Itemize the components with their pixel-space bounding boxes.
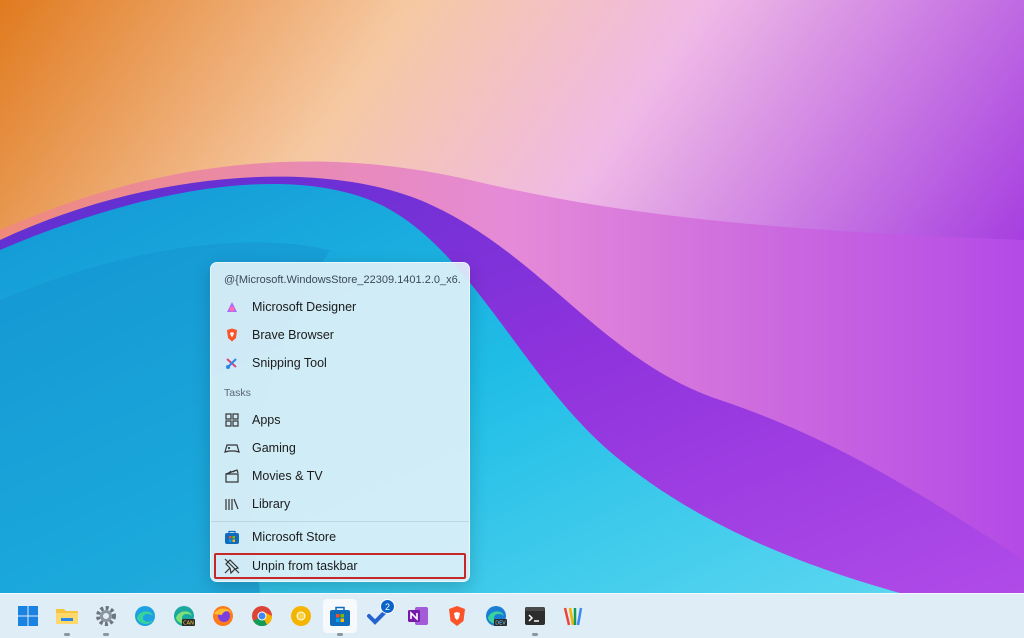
taskbar-chrome-canary[interactable] xyxy=(284,599,318,633)
clapperboard-icon xyxy=(224,468,240,484)
brave-icon xyxy=(224,327,240,343)
edge-dev-badge-label: DEV xyxy=(495,621,506,627)
notification-badge: 2 xyxy=(380,599,395,614)
brave-icon xyxy=(449,606,465,626)
jump-list-task-library[interactable]: Library xyxy=(214,491,466,517)
jump-list-item-label: Movies & TV xyxy=(252,469,323,483)
jump-list-task-movies-tv[interactable]: Movies & TV xyxy=(214,463,466,489)
onenote-icon xyxy=(408,607,428,625)
jump-list-item-label: Microsoft Designer xyxy=(252,300,357,314)
terminal-icon xyxy=(525,607,545,625)
windows-logo-icon xyxy=(18,606,38,626)
jump-list-item-microsoft-designer[interactable]: Microsoft Designer xyxy=(214,294,466,320)
jump-list-task-apps[interactable]: Apps xyxy=(214,407,466,433)
snipping-tool-icon xyxy=(224,355,240,371)
gamepad-icon xyxy=(224,440,240,456)
taskbar-terminal[interactable] xyxy=(518,599,552,636)
taskbar: CAN 2 DEV xyxy=(0,593,1024,638)
taskbar-microsoft-store[interactable] xyxy=(323,599,357,636)
jump-list-header: @{Microsoft.WindowsStore_22309.1401.2.0_… xyxy=(224,274,460,286)
designer-icon xyxy=(224,299,240,315)
colorful-app-icon xyxy=(563,607,583,626)
taskbar-edge[interactable] xyxy=(128,599,162,633)
jump-list-item-label: Brave Browser xyxy=(252,328,334,342)
start-button[interactable] xyxy=(11,599,45,633)
chrome-icon xyxy=(252,606,273,627)
edge-dev-icon: DEV xyxy=(486,606,507,627)
jump-list-item-label: Library xyxy=(252,497,291,511)
jump-list-item-label: Snipping Tool xyxy=(252,356,327,370)
firefox-icon xyxy=(213,606,233,626)
unpin-from-taskbar-item[interactable]: Unpin from taskbar xyxy=(214,553,466,579)
edge-canary-badge-label: CAN xyxy=(183,621,194,627)
jump-list-item-label: Apps xyxy=(252,413,281,427)
jump-list-divider xyxy=(211,521,469,522)
gear-icon xyxy=(96,606,116,626)
jump-list-menu: @{Microsoft.WindowsStore_22309.1401.2.0_… xyxy=(210,262,470,582)
chrome-canary-icon xyxy=(291,606,311,626)
taskbar-chrome[interactable] xyxy=(245,599,279,633)
taskbar-edge-dev[interactable]: DEV xyxy=(479,599,513,633)
jump-list-item-microsoft-store[interactable]: Microsoft Store xyxy=(214,524,466,550)
jump-list-item-snipping-tool[interactable]: Snipping Tool xyxy=(214,350,466,376)
jump-list-task-gaming[interactable]: Gaming xyxy=(214,435,466,461)
library-icon xyxy=(224,496,240,512)
jump-list-item-label: Gaming xyxy=(252,441,296,455)
jump-list-item-brave-browser[interactable]: Brave Browser xyxy=(214,322,466,348)
taskbar-file-explorer[interactable] xyxy=(50,599,84,636)
jump-list-item-label: Microsoft Store xyxy=(252,530,337,544)
taskbar-firefox[interactable] xyxy=(206,599,240,633)
taskbar-edge-canary[interactable]: CAN xyxy=(167,599,201,633)
store-icon xyxy=(330,606,350,626)
taskbar-brave[interactable] xyxy=(440,599,474,633)
tasks-heading: Tasks xyxy=(224,387,251,399)
taskbar-app[interactable] xyxy=(557,599,591,633)
desktop-wallpaper xyxy=(0,0,1024,593)
unpin-icon xyxy=(224,558,240,574)
edge-icon xyxy=(135,606,155,626)
running-indicator xyxy=(337,633,343,636)
taskbar-todo[interactable]: 2 xyxy=(362,599,396,633)
running-indicator xyxy=(64,633,70,636)
edge-canary-icon: CAN xyxy=(174,606,195,627)
running-indicator xyxy=(532,633,538,636)
microsoft-store-icon xyxy=(224,529,240,545)
taskbar-settings[interactable] xyxy=(89,599,123,636)
running-indicator xyxy=(103,633,109,636)
jump-list-item-label: Unpin from taskbar xyxy=(252,559,358,573)
folder-icon xyxy=(56,609,78,624)
taskbar-onenote[interactable] xyxy=(401,599,435,633)
apps-grid-icon xyxy=(224,412,240,428)
